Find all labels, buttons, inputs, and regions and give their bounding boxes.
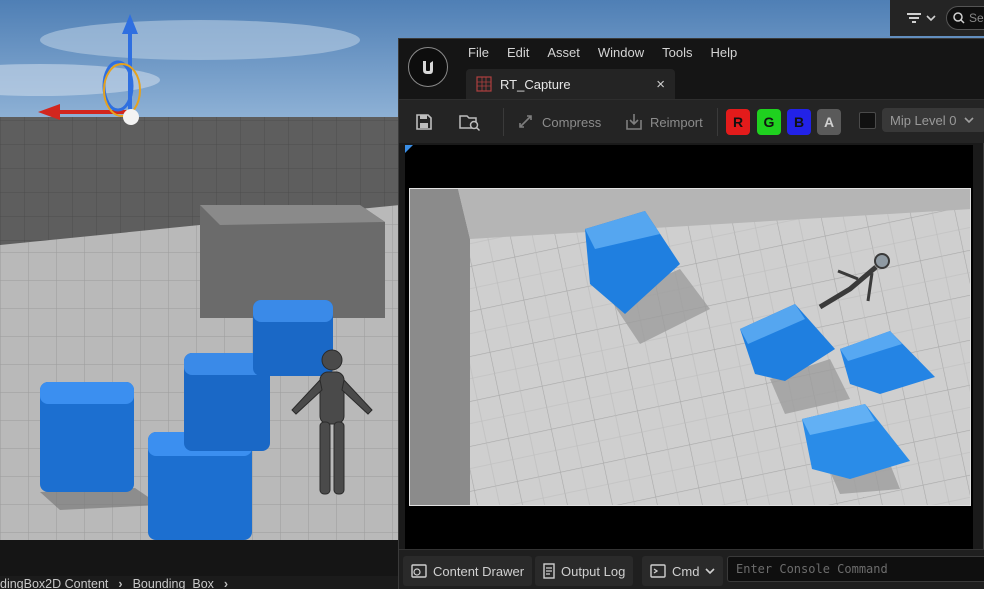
captured-scene [410,189,970,505]
channel-g-toggle[interactable]: G [757,109,781,135]
filter-button[interactable] [902,6,940,30]
window-status-bar: Content Drawer Output Log Cmd [399,549,984,589]
browse-to-asset-button[interactable] [459,109,481,135]
level-cube [253,300,333,376]
filter-icon [907,13,921,23]
save-button[interactable] [415,109,433,135]
outliner-search[interactable]: Se [946,6,984,30]
cmd-label: Cmd [672,563,700,579]
content-drawer-button[interactable]: Content Drawer [403,556,533,586]
reimport-icon [626,114,642,130]
menu-window[interactable]: Window [589,43,653,63]
search-icon [953,12,965,24]
output-log-button[interactable]: Output Log [535,556,634,586]
console-input[interactable] [736,562,984,576]
menu-file[interactable]: File [459,43,498,63]
menu-help[interactable]: Help [701,43,746,63]
search-placeholder: Se [969,11,984,25]
reimport-label: Reimport [650,114,703,130]
title-bar[interactable]: File Edit Asset Window Tools Help RT_Cap… [399,39,984,99]
folder-search-icon [459,115,481,132]
compress-icon [519,115,532,128]
console-icon [650,564,666,578]
level-cube [40,382,134,492]
menu-bar: File Edit Asset Window Tools Help [459,43,746,63]
menu-edit[interactable]: Edit [498,43,538,63]
content-drawer-icon [411,564,427,578]
render-target-preview [409,188,971,506]
channel-r-toggle[interactable]: R [726,109,750,135]
save-icon [416,114,432,130]
mip-level-select[interactable]: Mip Level 0 [882,108,984,132]
close-icon[interactable]: × [656,76,665,93]
texture-editor-window: File Edit Asset Window Tools Help RT_Cap… [398,38,984,589]
menu-tools[interactable]: Tools [653,43,701,63]
channel-a-toggle[interactable]: A [817,109,841,135]
chevron-right-icon[interactable]: › [224,577,228,589]
chevron-down-icon [926,15,936,22]
compress-label: Compress [542,114,602,130]
asset-tab[interactable]: RT_Capture × [466,69,675,99]
texture-asset-icon [476,76,492,92]
cmd-dropdown[interactable]: Cmd [642,556,724,586]
output-log-label: Output Log [561,563,626,579]
breadcrumb: dingBox2D Content › Bounding_Box › [0,577,228,589]
output-log-icon [543,563,555,579]
breadcrumb-item[interactable]: dingBox2D Content [0,577,108,589]
breadcrumb-item[interactable]: Bounding_Box [133,577,214,589]
texture-viewer[interactable] [405,145,973,549]
reimport-button[interactable]: Reimport [625,109,703,135]
channel-b-toggle[interactable]: B [787,109,811,135]
menu-asset[interactable]: Asset [538,43,589,63]
content-drawer-label: Content Drawer [433,563,525,579]
chevron-right-icon: › [118,577,123,589]
chevron-down-icon [964,117,975,124]
viewer-corner-marker [405,145,413,153]
mip-level-checkbox[interactable] [859,112,876,129]
chevron-down-icon [705,568,716,575]
mip-level-value: Mip Level 0 [890,112,957,128]
compress-button[interactable]: Compress [517,109,601,135]
unreal-logo-icon[interactable] [408,47,448,87]
asset-tab-label: RT_Capture [500,76,571,92]
console-input-wrapper [727,556,984,582]
